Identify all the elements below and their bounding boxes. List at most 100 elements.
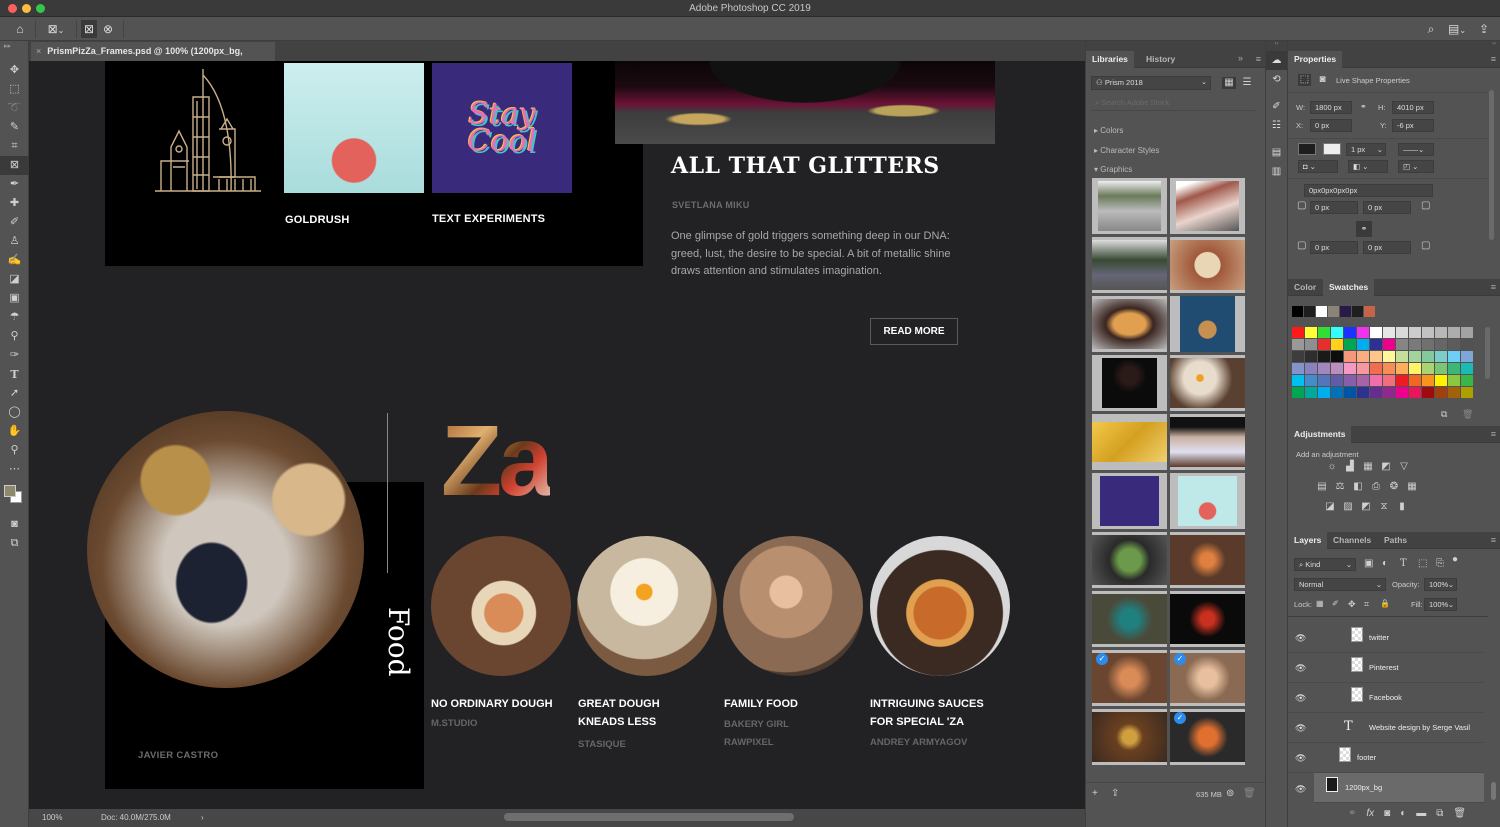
lock-position-icon[interactable]: ✥ <box>1348 598 1356 610</box>
swatch[interactable] <box>1331 351 1343 362</box>
swatch[interactable] <box>1435 339 1447 350</box>
properties-panel-icon[interactable]: ▤ <box>1266 143 1287 162</box>
panel-menu-icon[interactable]: ≡ <box>1491 430 1496 439</box>
swatch[interactable] <box>1292 363 1304 374</box>
swatch[interactable] <box>1318 375 1330 386</box>
graphic-thumbnail[interactable]: ✓ <box>1170 650 1245 706</box>
healing-tool-icon[interactable]: ✚ <box>0 194 29 213</box>
swatch[interactable] <box>1461 387 1473 398</box>
recent-swatch[interactable] <box>1328 306 1339 317</box>
tab-adjustments[interactable]: Adjustments <box>1288 426 1352 443</box>
graphic-thumbnail[interactable] <box>1092 414 1167 470</box>
swatch[interactable] <box>1344 351 1356 362</box>
fill-field[interactable]: 100% ⌄ <box>1424 598 1457 611</box>
swatch[interactable] <box>1357 339 1369 350</box>
stroke-caps-select[interactable]: ◧ ⌄ <box>1348 160 1388 173</box>
food-item-image[interactable] <box>723 536 863 676</box>
swatch[interactable] <box>1318 351 1330 362</box>
graphic-thumbnail[interactable] <box>1170 414 1245 470</box>
swatch[interactable] <box>1344 339 1356 350</box>
libraries-panel-icon[interactable]: ☁ <box>1266 51 1287 70</box>
tab-layers[interactable]: Layers <box>1288 532 1328 549</box>
swatch[interactable] <box>1461 363 1473 374</box>
swatch[interactable] <box>1448 375 1460 386</box>
radius-bottom-left[interactable]: 0 px <box>1310 241 1358 254</box>
frame-tool-icon[interactable]: ⊠ <box>0 156 29 175</box>
swatch[interactable] <box>1383 375 1395 386</box>
close-tab-icon[interactable]: × <box>36 46 41 56</box>
graphic-thumbnail[interactable] <box>1170 237 1245 293</box>
creative-cloud-icon[interactable]: ⊚ <box>1226 788 1234 800</box>
swatch[interactable] <box>1318 327 1330 338</box>
panel-grip[interactable]: ▸▸ <box>0 41 28 61</box>
swatch[interactable] <box>1305 339 1317 350</box>
food-hero-image[interactable] <box>87 411 364 688</box>
marquee-tool-icon[interactable]: ⬚ <box>0 80 29 99</box>
graphic-thumbnail[interactable] <box>1092 178 1167 234</box>
lock-transparent-icon[interactable]: ▦ <box>1316 598 1324 610</box>
panel-menu-icon[interactable]: ≡ <box>1491 55 1496 64</box>
shape-bounds-icon[interactable]: ⬚ <box>1298 74 1311 86</box>
lock-all-icon[interactable]: 🔒 <box>1380 598 1390 610</box>
swatch[interactable] <box>1435 327 1447 338</box>
visibility-eye-icon[interactable]: 👁 <box>1295 693 1306 704</box>
swatch[interactable] <box>1409 387 1421 398</box>
pen-tool-icon[interactable]: ✑ <box>0 346 29 365</box>
recent-swatch[interactable] <box>1304 306 1315 317</box>
swatch[interactable] <box>1422 351 1434 362</box>
section-graphics[interactable]: ▾ Graphics <box>1094 165 1132 174</box>
document-canvas[interactable]: Stay Cool GOLDRUSH TEXT EXPERIMENTS ALL … <box>29 61 1085 809</box>
color-balance-icon[interactable]: ⚖ <box>1334 481 1346 493</box>
graphic-thumbnail[interactable] <box>1092 473 1167 529</box>
panel-menu-icon[interactable]: ≡ <box>1491 536 1496 545</box>
workspace-button[interactable]: ▤⌄ <box>1445 20 1469 38</box>
swatch[interactable] <box>1383 327 1395 338</box>
swatch[interactable] <box>1448 351 1460 362</box>
swatch[interactable] <box>1396 375 1408 386</box>
section-colors[interactable]: ▸ Colors <box>1094 126 1123 135</box>
swatch[interactable] <box>1461 339 1473 350</box>
curves-icon[interactable]: ▦ <box>1362 461 1374 473</box>
swatch[interactable] <box>1318 387 1330 398</box>
swatch[interactable] <box>1357 351 1369 362</box>
y-field[interactable]: -6 px <box>1392 119 1434 132</box>
zoom-level[interactable]: 100% <box>42 809 62 827</box>
swatch[interactable] <box>1305 387 1317 398</box>
radius-bottom-right[interactable]: 0 px <box>1363 241 1411 254</box>
ellipse-frame-button[interactable]: ⊗ <box>100 20 116 38</box>
new-layer-icon[interactable]: ⧉ <box>1436 808 1443 820</box>
swatch[interactable] <box>1292 387 1304 398</box>
width-field[interactable]: 1800 px <box>1310 101 1352 114</box>
recent-swatch[interactable] <box>1364 306 1375 317</box>
graphic-thumbnail[interactable] <box>1092 532 1167 588</box>
screen-mode-icon[interactable]: ⧉ <box>0 534 29 553</box>
swatch[interactable] <box>1448 387 1460 398</box>
swatch[interactable] <box>1344 363 1356 374</box>
list-view-icon[interactable]: ☰ <box>1241 77 1253 89</box>
swatch[interactable] <box>1435 363 1447 374</box>
panel-menu-icon[interactable]: ≡ <box>1491 283 1496 292</box>
stroke-color-swatch[interactable] <box>1323 143 1341 155</box>
radius-top-left[interactable]: 0 px <box>1310 201 1358 214</box>
frame-tool-preset-button[interactable]: ⊠⌄ <box>42 20 70 38</box>
recent-swatch[interactable] <box>1340 306 1351 317</box>
swatch[interactable] <box>1357 375 1369 386</box>
stroke-corners-select[interactable]: ◰ ⌄ <box>1398 160 1434 173</box>
food-item-image[interactable] <box>431 536 571 676</box>
swatch[interactable] <box>1357 363 1369 374</box>
swatch[interactable] <box>1331 339 1343 350</box>
graphic-thumbnail[interactable] <box>1092 237 1167 293</box>
graphic-thumbnail[interactable] <box>1092 709 1167 765</box>
library-select[interactable]: ⚇ Prism 2018 ⌄ <box>1091 76 1211 90</box>
swatch[interactable] <box>1448 327 1460 338</box>
brush-settings-icon[interactable]: ✐ <box>1266 97 1287 116</box>
history-brush-tool-icon[interactable]: ✍ <box>0 251 29 270</box>
vibrance-icon[interactable]: ▽ <box>1398 461 1410 473</box>
hand-tool-icon[interactable]: ✋ <box>0 422 29 441</box>
brush-tool-icon[interactable]: ✐ <box>0 213 29 232</box>
swatch[interactable] <box>1435 351 1447 362</box>
stamp-tool-icon[interactable]: ♙ <box>0 232 29 251</box>
swatch[interactable] <box>1383 387 1395 398</box>
quick-mask-icon[interactable]: ◙ <box>0 515 29 534</box>
blend-mode-select[interactable]: Normal ⌄ <box>1294 578 1386 591</box>
